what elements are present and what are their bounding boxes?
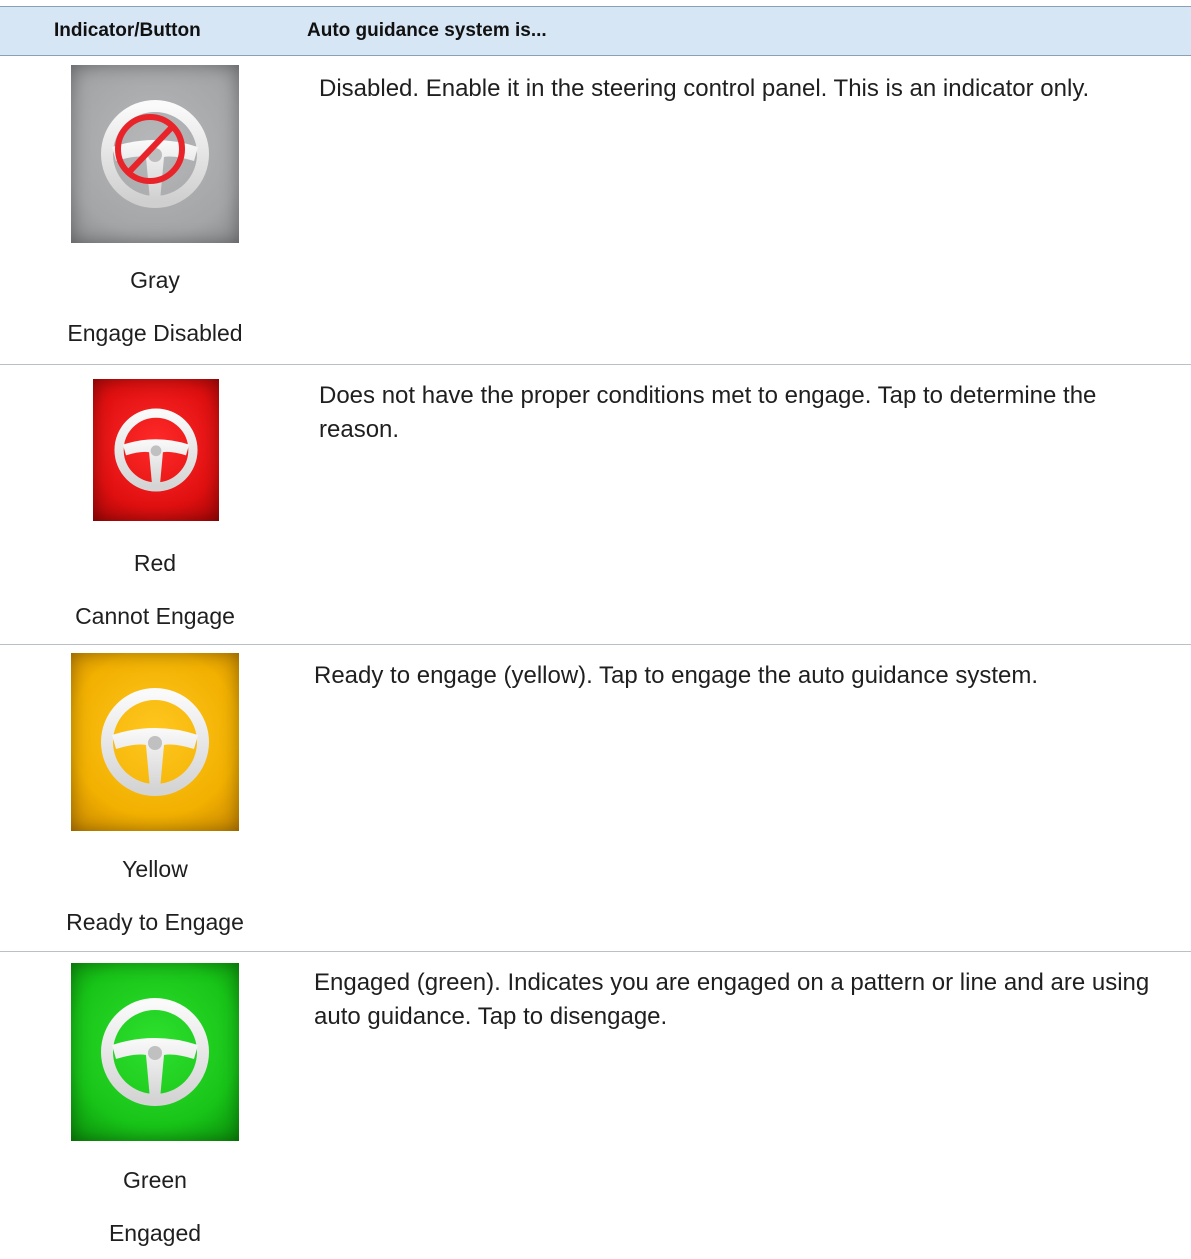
row-description: Engaged (green). Indicates you are engag…	[314, 969, 1150, 1030]
steering-wheel-icon	[101, 998, 209, 1106]
header-auto-guidance: Auto guidance system is...	[307, 20, 547, 41]
color-label: Gray	[130, 267, 180, 293]
yellow-engage-button[interactable]	[71, 653, 239, 831]
table-header: Indicator/Button Auto guidance system is…	[0, 6, 1191, 56]
color-label: Red	[133, 550, 177, 576]
table-row: Yellow Ready to Engage Ready to engage (…	[0, 645, 1191, 952]
gray-engage-button[interactable]	[71, 65, 239, 243]
row-description: Disabled. Enable it in the steering cont…	[319, 75, 1090, 102]
header-indicator-button: Indicator/Button	[54, 20, 201, 41]
table-row: Green Engaged Engaged (green). Indicates…	[0, 952, 1191, 1259]
table-row: Red Cannot Engage Does not have the prop…	[0, 365, 1191, 645]
steering-wheel-icon	[114, 408, 198, 492]
state-label: Cannot Engage	[75, 603, 235, 629]
state-label: Engaged	[108, 1220, 202, 1246]
red-engage-button[interactable]	[93, 379, 219, 521]
row-description: Does not have the proper conditions met …	[319, 382, 1097, 443]
color-label: Yellow	[122, 856, 188, 882]
table-row: Gray Engage Disabled Disabled. Enable it…	[0, 56, 1191, 365]
steering-wheel-icon	[101, 688, 209, 796]
row-description: Ready to engage (yellow). Tap to engage …	[314, 662, 1039, 689]
steering-wheel-disabled-icon	[101, 100, 209, 208]
color-label: Green	[123, 1167, 187, 1193]
state-label: Engage Disabled	[67, 320, 243, 346]
state-label: Ready to Engage	[66, 909, 244, 935]
green-engage-button[interactable]	[71, 963, 239, 1141]
